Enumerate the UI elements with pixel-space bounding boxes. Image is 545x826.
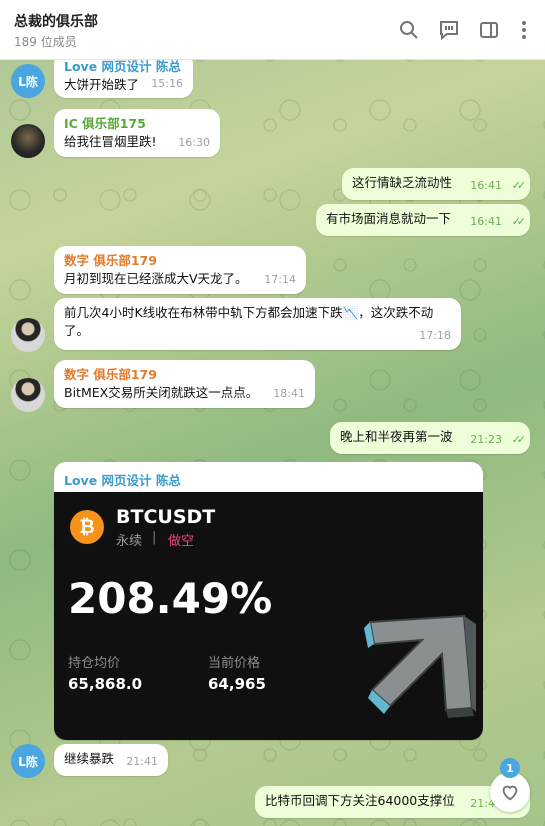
message-text: ，这次跌不动 bbox=[358, 305, 434, 320]
sender-name[interactable]: Love 网页设计 陈总 bbox=[64, 58, 183, 76]
avatar[interactable]: L陈 bbox=[11, 744, 45, 778]
message-bubble[interactable]: 继续暴跌 21:41 bbox=[54, 744, 168, 776]
sender-number: 179 bbox=[130, 253, 157, 268]
message-bubble[interactable]: 前几次4小时K线收在布林带中轨下方都会加速下跌📉，这次跌不动 了。 17:18 bbox=[54, 298, 461, 350]
bitcoin-icon: ₿ bbox=[70, 510, 104, 544]
read-check-icon: ✓✓ bbox=[511, 179, 527, 192]
message-bubble[interactable]: 数字 俱乐部179 BitMEX交易所关闭就跌这一点点。 18:41 bbox=[54, 360, 315, 408]
position-side: 做空 bbox=[168, 534, 195, 549]
message-text: 了。 bbox=[64, 323, 90, 338]
message-text: 继续暴跌 bbox=[64, 751, 115, 766]
avatar[interactable] bbox=[11, 318, 45, 352]
reaction-count-badge: 1 bbox=[500, 758, 520, 778]
pnl-percent: 208.49% bbox=[68, 574, 273, 623]
read-check-icon: ✓✓ bbox=[511, 215, 527, 228]
separator: | bbox=[152, 530, 157, 545]
image-message[interactable]: Love 网页设计 陈总 ₿ BTCUSDT 永续 | 做空 208.49% 持… bbox=[54, 462, 483, 740]
trading-pair: BTCUSDT bbox=[116, 506, 216, 528]
more-vert-icon[interactable] bbox=[512, 18, 536, 42]
trade-poster-image[interactable]: ₿ BTCUSDT 永续 | 做空 208.49% 持仓均价 65,868.0 … bbox=[54, 492, 483, 740]
message-bubble-outgoing[interactable]: 有市场面消息就动一下 16:41 ✓✓ bbox=[316, 204, 530, 236]
entry-price-value: 65,868.0 bbox=[68, 675, 143, 693]
message-time: 16:41 bbox=[470, 215, 502, 228]
current-price-value: 64,965 bbox=[208, 675, 266, 693]
sender-number: 175 bbox=[119, 116, 146, 131]
sender-number: 179 bbox=[130, 367, 157, 382]
message-text: 这行情缺乏流动性 bbox=[352, 175, 453, 190]
entry-price-label: 持仓均价 bbox=[68, 656, 121, 671]
message-bubble-outgoing[interactable]: 这行情缺乏流动性 16:41 ✓✓ bbox=[342, 168, 530, 200]
message-text: 有市场面消息就动一下 bbox=[326, 211, 452, 226]
message-bubble[interactable]: IC 俱乐部175 给我往冒烟里跌! 16:30 bbox=[54, 109, 220, 157]
sender-name[interactable]: Love 网页设计 陈总 bbox=[64, 470, 181, 489]
read-check-icon: ✓✓ bbox=[511, 433, 527, 446]
message-text: 前几次4小时K线收在布林带中轨下方都会加速下跌 bbox=[64, 305, 343, 320]
message-text: 比特币回调下方关注64000支撑位 bbox=[265, 793, 455, 808]
chat-title[interactable]: 总裁的俱乐部 bbox=[14, 11, 98, 31]
sender-name[interactable]: 数字 俱乐部 bbox=[64, 367, 131, 382]
sender-name[interactable]: 数字 俱乐部 bbox=[64, 253, 131, 268]
message-time: 18:41 bbox=[273, 387, 305, 400]
message-bubble[interactable]: 数字 俱乐部179 月初到现在已经涨成大V天龙了。 17:14 bbox=[54, 246, 306, 294]
sidebar-icon[interactable] bbox=[477, 18, 501, 42]
message-time: 15:16 bbox=[151, 77, 183, 90]
message-time: 16:41 bbox=[470, 179, 502, 192]
search-icon[interactable] bbox=[397, 18, 421, 42]
heart-icon[interactable] bbox=[490, 772, 530, 812]
arrow-up-icon bbox=[364, 614, 476, 718]
message-text: BitMEX交易所关闭就跌这一点点。 bbox=[64, 385, 259, 400]
avatar[interactable] bbox=[11, 378, 45, 412]
message-text: 大饼开始跌了 bbox=[64, 77, 140, 92]
message-text: 给我往冒烟里跌! bbox=[64, 134, 157, 149]
avatar[interactable] bbox=[11, 124, 45, 158]
message-bubble-outgoing[interactable]: 比特币回调下方关注64000支撑位 21:47 bbox=[255, 786, 530, 818]
message-text: 月初到现在已经涨成大V天龙了。 bbox=[64, 271, 248, 286]
current-price-label: 当前价格 bbox=[208, 656, 261, 671]
message-bubble-outgoing[interactable]: 晚上和半夜再第一波 21:23 ✓✓ bbox=[330, 422, 530, 454]
message-time: 21:41 bbox=[126, 755, 158, 768]
message-time: 17:14 bbox=[264, 273, 296, 286]
sender-name[interactable]: IC 俱乐部 bbox=[64, 116, 120, 131]
message-text: 晚上和半夜再第一波 bbox=[340, 429, 453, 444]
reactions-widget[interactable]: 1 bbox=[490, 758, 530, 812]
contract-type: 永续 bbox=[116, 534, 143, 549]
member-count: 189 位成员 bbox=[14, 35, 77, 49]
comments-icon[interactable] bbox=[437, 18, 461, 42]
chart-down-emoji: 📉 bbox=[342, 305, 359, 320]
message-time: 16:30 bbox=[178, 136, 210, 149]
avatar[interactable]: L陈 bbox=[11, 64, 45, 98]
chat-header[interactable]: 总裁的俱乐部 189 位成员 bbox=[0, 0, 545, 60]
message-time: 21:23 bbox=[470, 433, 502, 446]
message-time: 17:18 bbox=[419, 329, 451, 342]
